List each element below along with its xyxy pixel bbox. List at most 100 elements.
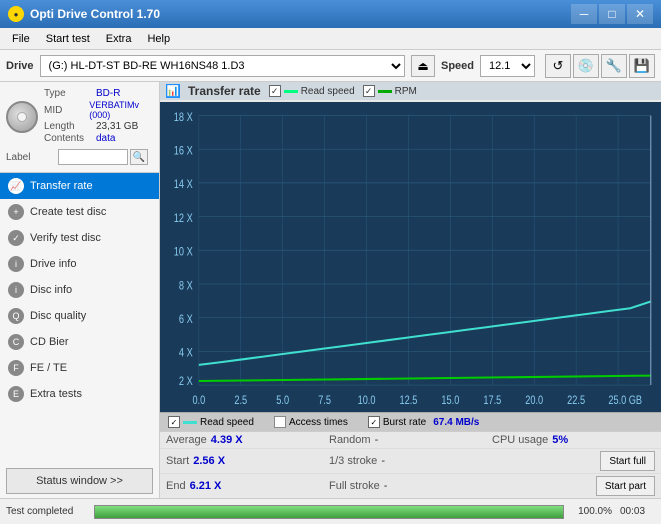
nav-item-disc-quality[interactable]: Q Disc quality [0, 303, 159, 329]
speed-label: Speed [441, 60, 474, 72]
app-icon: ● [8, 6, 24, 22]
menu-help[interactable]: Help [139, 31, 178, 47]
disc-contents-label: Contents [44, 133, 96, 144]
disc-label-button[interactable]: 🔍 [130, 149, 148, 165]
close-button[interactable]: ✕ [627, 4, 653, 24]
drive-info-icon: i [8, 256, 24, 272]
title-bar: ● Opti Drive Control 1.70 ─ □ ✕ [0, 0, 661, 28]
svg-text:6 X: 6 X [179, 313, 193, 327]
speed-select[interactable]: 12.1 X [480, 55, 535, 77]
stats-access-times: Access times [274, 416, 348, 428]
drive-select[interactable]: (G:) HL-DT-ST BD-RE WH16NS48 1.D3 [40, 55, 405, 77]
svg-text:10.0: 10.0 [358, 394, 376, 408]
start-part-group: Start part [492, 476, 655, 496]
menu-file[interactable]: File [4, 31, 38, 47]
svg-text:25.0 GB: 25.0 GB [608, 394, 642, 408]
maximize-button[interactable]: □ [599, 4, 625, 24]
nav-item-cd-bier[interactable]: C CD Bier [0, 329, 159, 355]
disc-mid-value: VERBATIMv (000) [89, 100, 153, 120]
full-stroke-group: Full stroke - [329, 480, 492, 492]
legend-read-label: Read speed [301, 86, 355, 97]
disc-info-panel: Type BD-R MID VERBATIMv (000) Length 23,… [0, 82, 159, 173]
window-controls: ─ □ ✕ [571, 4, 653, 24]
disc-mid-label: MID [44, 105, 89, 116]
nav-item-create-test-disc[interactable]: + Create test disc [0, 199, 159, 225]
main-area: Type BD-R MID VERBATIMv (000) Length 23,… [0, 82, 661, 498]
chart-icon: 📊 [166, 84, 180, 98]
stats-read-speed-label: Read speed [200, 417, 254, 428]
disc-button[interactable]: 💿 [573, 54, 599, 78]
save-button[interactable]: 💾 [629, 54, 655, 78]
stroke13-label: 1/3 stroke [329, 455, 377, 467]
nav-item-extra-tests[interactable]: E Extra tests [0, 381, 159, 407]
start-label: Start [166, 455, 189, 467]
start-part-button[interactable]: Start part [596, 476, 655, 496]
status-window-button[interactable]: Status window >> [6, 468, 153, 494]
status-text: Test completed [6, 506, 86, 517]
info-row-2: Start 2.56 X 1/3 stroke - Start full [160, 448, 661, 473]
svg-text:5.0: 5.0 [276, 394, 289, 408]
full-stroke-label: Full stroke [329, 480, 380, 492]
disc-label-input[interactable] [58, 149, 128, 165]
nav-label-disc-quality: Disc quality [30, 310, 86, 322]
chart-svg: 18 X 16 X 14 X 12 X 10 X 8 X 6 X 4 X 2 X… [160, 102, 661, 412]
nav-list: 📈 Transfer rate + Create test disc ✓ Ver… [0, 173, 159, 464]
progress-bar-area: Test completed 100.0% 00:03 [0, 498, 661, 524]
avg-label: Average [166, 434, 207, 446]
access-times-check[interactable] [274, 416, 286, 428]
fe-te-icon: F [8, 360, 24, 376]
cpu-value: 5% [552, 434, 568, 446]
legend-read-check: ✓ [269, 85, 281, 97]
read-speed-check[interactable]: ✓ [168, 416, 180, 428]
random-group: Random - [329, 434, 492, 446]
nav-item-drive-info[interactable]: i Drive info [0, 251, 159, 277]
minimize-button[interactable]: ─ [571, 4, 597, 24]
nav-item-disc-info[interactable]: i Disc info [0, 277, 159, 303]
nav-item-verify-test-disc[interactable]: ✓ Verify test disc [0, 225, 159, 251]
chart-header: 📊 Transfer rate ✓ Read speed ✓ RPM [160, 82, 661, 100]
legend-rpm: ✓ RPM [363, 85, 417, 97]
svg-text:22.5: 22.5 [567, 394, 585, 408]
progress-percentage: 100.0% [572, 506, 612, 517]
progress-time: 00:03 [620, 506, 655, 517]
menu-start-test[interactable]: Start test [38, 31, 98, 47]
svg-text:10 X: 10 X [174, 246, 193, 260]
svg-text:17.5: 17.5 [483, 394, 501, 408]
app-title: Opti Drive Control 1.70 [30, 7, 160, 21]
nav-item-fe-te[interactable]: F FE / TE [0, 355, 159, 381]
toolbar-icons: ↺ 💿 🔧 💾 [545, 54, 655, 78]
refresh-button[interactable]: ↺ [545, 54, 571, 78]
menu-bar: File Start test Extra Help [0, 28, 661, 50]
chart-title: Transfer rate [188, 84, 261, 98]
disc-label-label: Label [6, 152, 58, 163]
right-panel: 📊 Transfer rate ✓ Read speed ✓ RPM [160, 82, 661, 498]
random-label: Random [329, 434, 371, 446]
svg-text:20.0: 20.0 [525, 394, 543, 408]
legend-rpm-check: ✓ [363, 85, 375, 97]
burst-rate-check[interactable]: ✓ [368, 416, 380, 428]
svg-text:14 X: 14 X [174, 178, 193, 192]
nav-label-extra-tests: Extra tests [30, 388, 82, 400]
disc-type-label: Type [44, 88, 96, 99]
disc-details: Type BD-R MID VERBATIMv (000) Length 23,… [38, 88, 153, 145]
drive-label: Drive [6, 60, 34, 72]
start-full-button[interactable]: Start full [600, 451, 655, 471]
progress-bar-outer [94, 505, 564, 519]
nav-label-transfer-rate: Transfer rate [30, 180, 93, 192]
progress-bar-inner [95, 506, 563, 518]
title-bar-left: ● Opti Drive Control 1.70 [8, 6, 160, 22]
svg-text:7.5: 7.5 [318, 394, 331, 408]
create-test-disc-icon: + [8, 204, 24, 220]
stats-burst-rate-label: Burst rate [383, 417, 426, 428]
svg-text:18 X: 18 X [174, 111, 193, 125]
eject-button[interactable]: ⏏ [411, 55, 435, 77]
nav-label-fe-te: FE / TE [30, 362, 67, 374]
disc-info-icon: i [8, 282, 24, 298]
chart-container: 18 X 16 X 14 X 12 X 10 X 8 X 6 X 4 X 2 X… [160, 102, 661, 412]
svg-text:0.0: 0.0 [192, 394, 205, 408]
disc-type-row: Type BD-R [44, 88, 153, 99]
menu-extra[interactable]: Extra [98, 31, 140, 47]
settings-button[interactable]: 🔧 [601, 54, 627, 78]
nav-item-transfer-rate[interactable]: 📈 Transfer rate [0, 173, 159, 199]
nav-label-verify-test-disc: Verify test disc [30, 232, 101, 244]
